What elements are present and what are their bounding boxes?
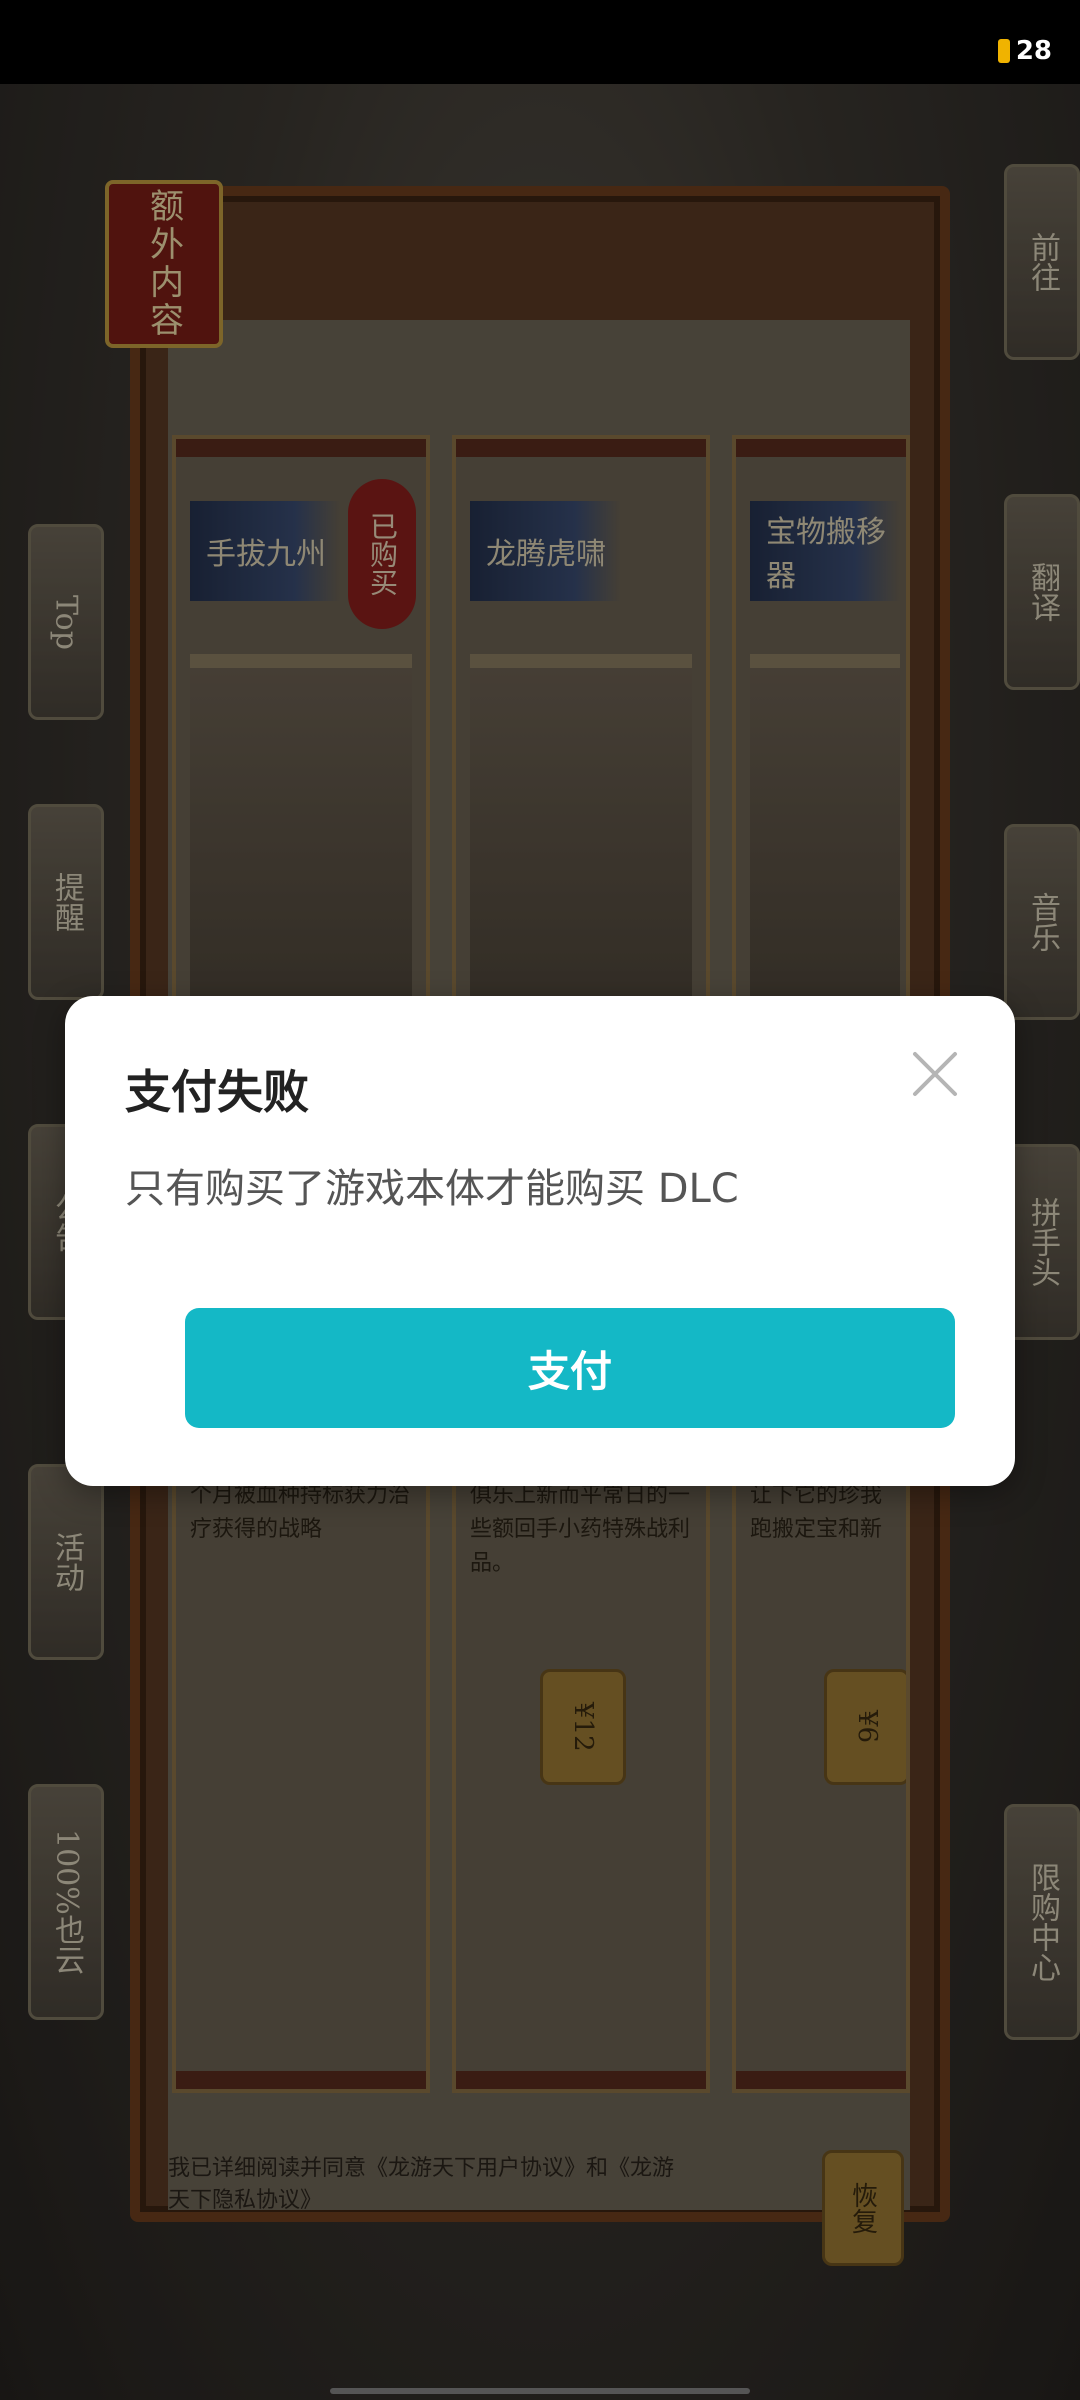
pay-button[interactable]: 支付 bbox=[185, 1308, 955, 1428]
status-bar: 28 bbox=[0, 0, 1080, 84]
home-indicator[interactable] bbox=[330, 2388, 750, 2394]
battery-icon bbox=[997, 39, 1010, 63]
battery-indicator: 28 bbox=[997, 36, 1052, 66]
battery-level: 28 bbox=[1015, 36, 1052, 66]
close-icon[interactable] bbox=[907, 1046, 963, 1102]
dialog-title: 支付失败 bbox=[125, 1065, 309, 1119]
dialog-message: 只有购买了游戏本体才能购买 DLC bbox=[125, 1166, 739, 1212]
payment-failed-dialog: 支付失败 只有购买了游戏本体才能购买 DLC 支付 bbox=[65, 996, 1015, 1486]
